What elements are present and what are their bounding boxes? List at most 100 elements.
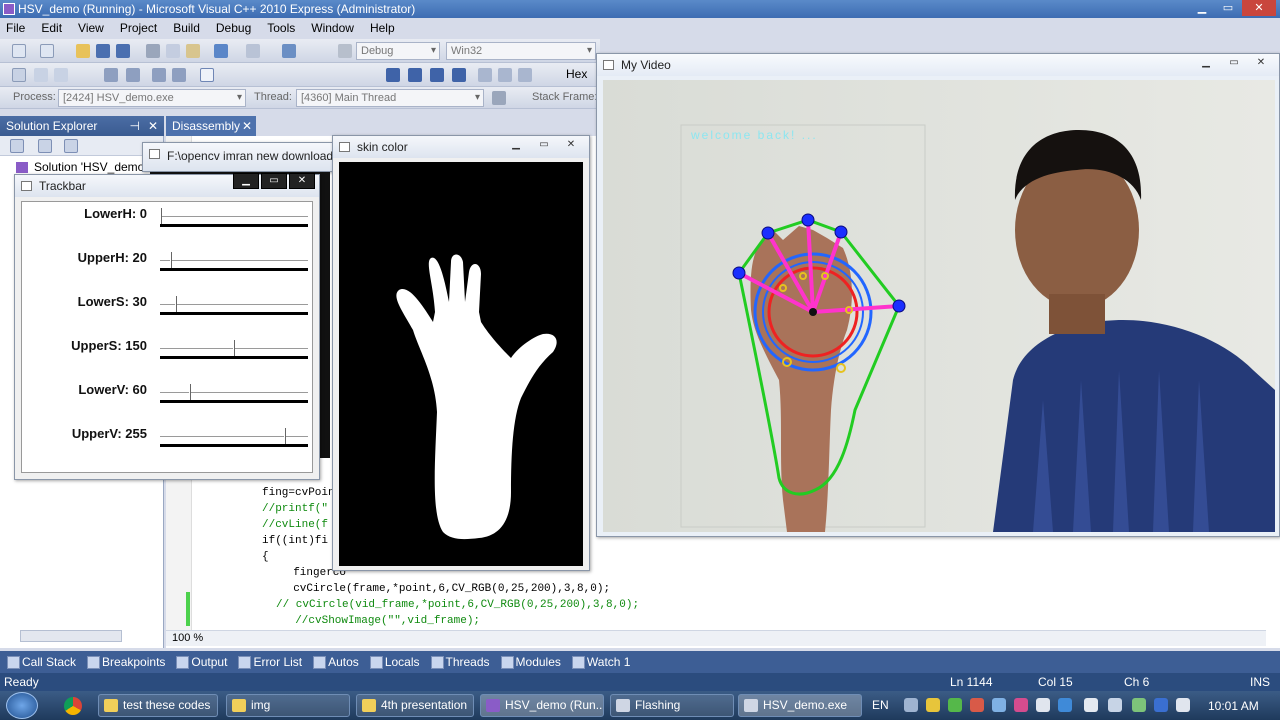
tray-icon[interactable] bbox=[948, 698, 962, 712]
tray-icon[interactable] bbox=[970, 698, 984, 712]
tray-icon[interactable] bbox=[1036, 698, 1050, 712]
comment-icon[interactable] bbox=[152, 68, 166, 82]
tray-icon[interactable] bbox=[904, 698, 918, 712]
menu-debug[interactable]: Debug bbox=[216, 18, 251, 39]
language-indicator[interactable]: EN bbox=[872, 698, 889, 712]
cursor-icon[interactable] bbox=[54, 68, 68, 82]
pin-icon[interactable]: ⊣ bbox=[130, 116, 140, 136]
tab-error-list[interactable]: Error List bbox=[235, 651, 308, 673]
menu-view[interactable]: View bbox=[78, 18, 104, 39]
tab-watch-1[interactable]: Watch 1 bbox=[569, 651, 637, 673]
network-icon[interactable] bbox=[1108, 698, 1122, 712]
save-all-icon[interactable] bbox=[116, 44, 130, 58]
slider-thumb[interactable] bbox=[284, 428, 286, 444]
tab-call-stack[interactable]: Call Stack bbox=[4, 651, 82, 673]
uncomment-icon[interactable] bbox=[172, 68, 186, 82]
cut-icon[interactable] bbox=[146, 44, 160, 58]
menu-edit[interactable]: Edit bbox=[41, 18, 62, 39]
solution-scrollbar[interactable] bbox=[20, 630, 122, 642]
volume-icon[interactable] bbox=[1084, 698, 1098, 712]
open-folder-icon[interactable] bbox=[76, 44, 90, 58]
tab-autos[interactable]: Autos bbox=[310, 651, 365, 673]
start-debugging-icon[interactable] bbox=[338, 44, 352, 58]
tray-icon[interactable] bbox=[992, 698, 1006, 712]
bluetooth-icon[interactable] bbox=[1154, 698, 1168, 712]
tab-threads[interactable]: Threads bbox=[428, 651, 496, 673]
start-button[interactable] bbox=[6, 692, 38, 719]
close-button[interactable]: ✕ bbox=[559, 138, 583, 154]
undo-icon[interactable] bbox=[214, 44, 228, 58]
tab-modules[interactable]: Modules bbox=[498, 651, 567, 673]
properties-icon[interactable] bbox=[10, 139, 24, 153]
taskbar-item[interactable]: 4th presentation bbox=[356, 694, 474, 717]
paste-icon[interactable] bbox=[186, 44, 200, 58]
chrome-icon[interactable] bbox=[64, 697, 82, 715]
process-select[interactable]: [2424] HSV_demo.exe bbox=[58, 89, 246, 107]
show-all-files-icon[interactable] bbox=[64, 139, 78, 153]
new-project-icon[interactable] bbox=[12, 44, 26, 58]
menu-window[interactable]: Window bbox=[311, 18, 354, 39]
slider-thumb[interactable] bbox=[170, 252, 172, 268]
taskbar-item[interactable]: img bbox=[226, 694, 350, 717]
tab-locals[interactable]: Locals bbox=[367, 651, 426, 673]
refresh-icon[interactable] bbox=[38, 139, 52, 153]
maximize-button[interactable]: ▭ bbox=[1216, 0, 1240, 16]
bookmark-icon[interactable] bbox=[200, 68, 214, 82]
zoom-level[interactable]: 100 % bbox=[172, 632, 203, 644]
close-panel-icon[interactable]: ✕ bbox=[148, 116, 158, 136]
thread-select[interactable]: [4360] Main Thread bbox=[296, 89, 484, 107]
clock[interactable]: 10:01 AM bbox=[1208, 699, 1259, 713]
break-all-icon[interactable] bbox=[408, 68, 422, 82]
indent-icon[interactable] bbox=[104, 68, 118, 82]
tray-icon[interactable] bbox=[1058, 698, 1072, 712]
slider-thumb[interactable] bbox=[189, 384, 191, 400]
menu-tools[interactable]: Tools bbox=[267, 18, 295, 39]
menu-build[interactable]: Build bbox=[173, 18, 200, 39]
tab-output[interactable]: Output bbox=[173, 651, 233, 673]
slider-thumb[interactable] bbox=[160, 208, 162, 224]
step-over-icon[interactable] bbox=[498, 68, 512, 82]
taskbar-item[interactable]: HSV_demo (Run... bbox=[480, 694, 604, 717]
slider-thumb[interactable] bbox=[175, 296, 177, 312]
minimize-button[interactable]: ▁ bbox=[1190, 0, 1214, 16]
close-tab-icon[interactable]: ✕ bbox=[242, 116, 252, 136]
battery-icon[interactable] bbox=[1132, 698, 1146, 712]
maximize-button[interactable]: ▭ bbox=[1221, 56, 1247, 72]
stop-debugging-icon[interactable] bbox=[430, 68, 444, 82]
taskbar-item[interactable]: test these codes bbox=[98, 694, 218, 717]
minimize-button[interactable]: ▁ bbox=[1193, 56, 1219, 72]
flag-icon[interactable] bbox=[1176, 698, 1190, 712]
close-button[interactable]: ✕ bbox=[289, 173, 315, 189]
redo-icon[interactable] bbox=[246, 44, 260, 58]
menu-project[interactable]: Project bbox=[120, 18, 157, 39]
platform-select[interactable]: Win32 bbox=[446, 42, 596, 60]
menu-file[interactable]: File bbox=[6, 18, 25, 39]
config-select[interactable]: Debug bbox=[356, 42, 440, 60]
tab-breakpoints[interactable]: Breakpoints bbox=[84, 651, 171, 673]
close-button[interactable]: ✕ bbox=[1249, 56, 1273, 72]
maximize-button[interactable]: ▭ bbox=[531, 138, 557, 154]
step-into-icon[interactable] bbox=[478, 68, 492, 82]
maximize-button[interactable]: ▭ bbox=[261, 173, 287, 189]
taskbar-item[interactable]: HSV_demo.exe bbox=[738, 694, 862, 717]
minimize-button[interactable]: ▁ bbox=[233, 173, 259, 189]
menu-help[interactable]: Help bbox=[370, 18, 395, 39]
solution-tree-item[interactable]: Solution 'HSV_demo' bbox=[0, 156, 163, 174]
hex-toggle[interactable]: Hex bbox=[566, 67, 587, 81]
outdent-icon[interactable] bbox=[126, 68, 140, 82]
continue-icon[interactable] bbox=[386, 68, 400, 82]
step-out-icon[interactable] bbox=[518, 68, 532, 82]
close-button[interactable]: ✕ bbox=[1242, 0, 1276, 16]
restart-icon[interactable] bbox=[452, 68, 466, 82]
tray-icon[interactable] bbox=[1014, 698, 1028, 712]
find-icon[interactable] bbox=[34, 68, 48, 82]
save-icon[interactable] bbox=[96, 44, 110, 58]
format-icon[interactable] bbox=[12, 68, 26, 82]
taskbar-item[interactable]: Flashing bbox=[610, 694, 734, 717]
tray-icon[interactable] bbox=[926, 698, 940, 712]
add-item-icon[interactable] bbox=[40, 44, 54, 58]
slider-thumb[interactable] bbox=[233, 340, 235, 356]
editor-horizontal-scrollbar[interactable]: 100 % bbox=[166, 630, 1266, 646]
minimize-button[interactable]: ▁ bbox=[503, 138, 529, 154]
navigate-icon[interactable] bbox=[282, 44, 296, 58]
